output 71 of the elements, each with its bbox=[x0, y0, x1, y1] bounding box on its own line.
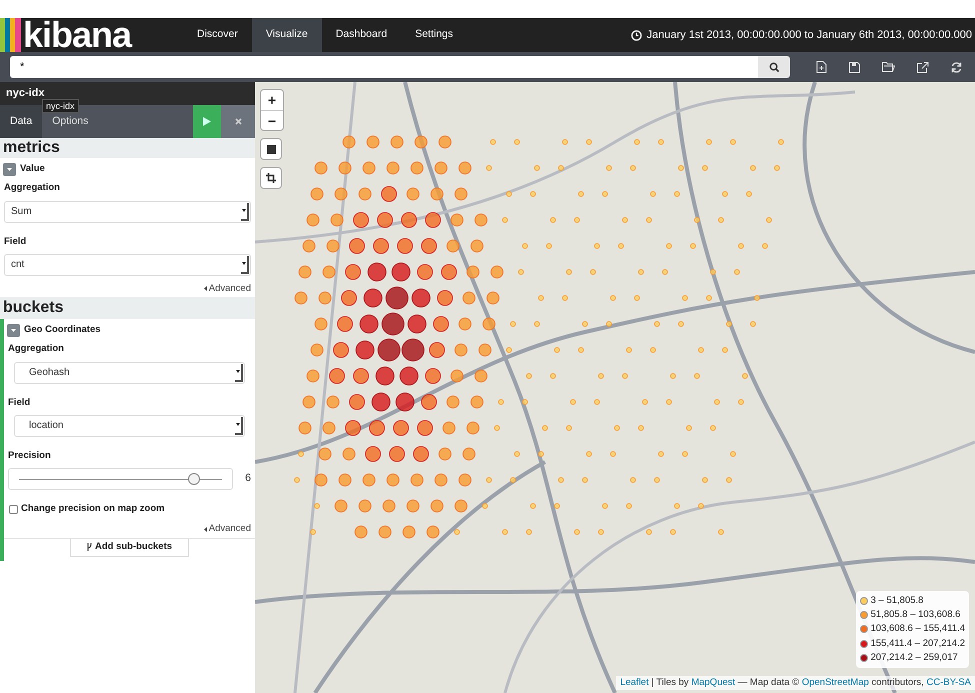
new-document-icon[interactable] bbox=[816, 61, 827, 73]
search-field[interactable]: * bbox=[10, 56, 758, 78]
nav-tab[interactable]: Dashboard bbox=[322, 18, 402, 52]
square-icon bbox=[266, 144, 276, 154]
advanced-link[interactable]: Advanced bbox=[204, 522, 251, 536]
panel-tab[interactable]: Data bbox=[0, 105, 42, 138]
caret-icon bbox=[236, 423, 240, 426]
aggregation-title: Value bbox=[20, 162, 45, 176]
caret-icon bbox=[204, 286, 207, 292]
aggregation-title: Geo Coordinates bbox=[24, 323, 101, 337]
dropdown[interactable]: Geohash bbox=[14, 362, 245, 384]
branch-icon bbox=[86, 543, 92, 551]
collapse-button[interactable] bbox=[3, 162, 16, 176]
caret-icon bbox=[242, 209, 246, 212]
checkbox[interactable] bbox=[9, 504, 18, 514]
section-heading: buckets bbox=[0, 297, 255, 319]
legend-label: 103,608.6 – 155,411.4 bbox=[870, 622, 965, 636]
dropdown[interactable]: cnt bbox=[4, 254, 251, 276]
kibana-logo[interactable]: kibana bbox=[0, 18, 180, 52]
dropdown[interactable]: location bbox=[14, 414, 245, 437]
attribution-link[interactable]: CC-BY-SA bbox=[926, 676, 971, 688]
advanced-link[interactable]: Advanced bbox=[204, 282, 251, 296]
attribution-link[interactable]: Leaflet bbox=[620, 676, 649, 688]
attribution-text: | Tiles by bbox=[650, 676, 690, 688]
attribution-link[interactable]: MapQuest bbox=[691, 676, 736, 688]
nav-tab[interactable]: Discover bbox=[183, 18, 252, 52]
attribution-text: — Map data © bbox=[736, 676, 800, 688]
slider-thumb[interactable] bbox=[188, 472, 200, 484]
field-label: Precision bbox=[8, 448, 52, 463]
draw-rectangle-button[interactable] bbox=[260, 138, 282, 160]
zoom-button[interactable]: + bbox=[261, 90, 283, 110]
refresh-icon[interactable] bbox=[951, 62, 962, 72]
section-heading: metrics bbox=[0, 138, 255, 158]
caret-icon bbox=[204, 526, 207, 532]
attribution-text: contributors, bbox=[870, 676, 925, 688]
caret-icon bbox=[11, 328, 16, 332]
add-sub-buckets-button[interactable]: Add sub-buckets bbox=[70, 538, 190, 556]
share-icon[interactable] bbox=[917, 62, 929, 72]
dropdown[interactable]: Sum bbox=[4, 200, 251, 222]
index-title: nyc-idx bbox=[6, 86, 45, 102]
caret-icon bbox=[7, 168, 12, 171]
legend-label: 155,411.4 – 207,214.2 bbox=[870, 636, 965, 650]
field-label: Aggregation bbox=[4, 181, 61, 196]
legend-label: 3 – 51,805.8 bbox=[870, 594, 924, 608]
field-label: Field bbox=[4, 234, 28, 248]
attribution-link[interactable]: OpenStreetMap bbox=[802, 676, 869, 688]
search-icon bbox=[768, 62, 780, 72]
caret-icon bbox=[236, 370, 240, 373]
field-label: Field bbox=[8, 396, 32, 410]
play-icon bbox=[203, 117, 211, 126]
precision-slider[interactable] bbox=[8, 468, 233, 490]
collapse-button[interactable] bbox=[7, 324, 20, 337]
field-label: Aggregation bbox=[8, 342, 65, 356]
crop-icon bbox=[266, 173, 276, 183]
search-button[interactable] bbox=[758, 56, 790, 78]
close-icon bbox=[234, 118, 242, 125]
crop-button[interactable] bbox=[260, 167, 282, 189]
apply-button[interactable] bbox=[193, 105, 221, 138]
zoom-button[interactable]: − bbox=[261, 110, 283, 130]
legend-label: 51,805.8 – 103,608.6 bbox=[870, 608, 960, 622]
nav-tab[interactable]: Visualize bbox=[252, 18, 322, 52]
tooltip: nyc-idx bbox=[42, 99, 79, 113]
save-icon[interactable] bbox=[849, 62, 860, 72]
folder-icon[interactable] bbox=[882, 62, 895, 72]
time-range[interactable]: January 1st 2013, 00:00:00.000 to January 6th 2013, 00:00:00.000 bbox=[646, 26, 972, 44]
checkbox-label: Change precision on map zoom bbox=[21, 502, 165, 516]
nav-tab[interactable]: Settings bbox=[401, 18, 468, 52]
legend-label: 207,214.2 – 259,017 bbox=[870, 650, 958, 665]
precision-value: 6 bbox=[244, 471, 251, 486]
clock-icon bbox=[630, 30, 642, 40]
caret-icon bbox=[242, 262, 246, 266]
